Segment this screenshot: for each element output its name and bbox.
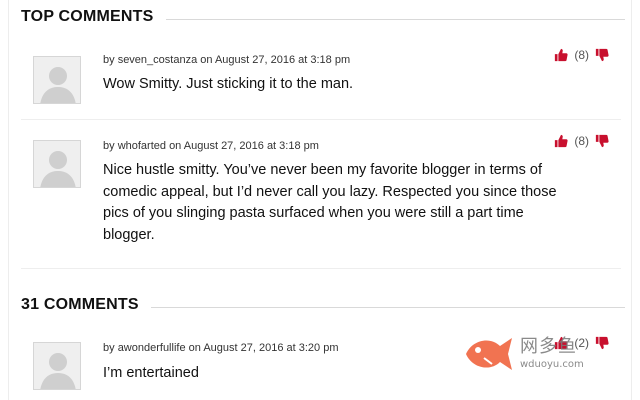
- comment-divider: [21, 268, 621, 269]
- meta-on: on: [200, 54, 213, 66]
- default-avatar-icon[interactable]: [33, 342, 81, 390]
- default-avatar-icon[interactable]: [33, 140, 81, 188]
- default-avatar-icon[interactable]: [33, 56, 81, 104]
- watermark-main: 网多鱼: [520, 336, 577, 357]
- section-divider: [150, 306, 625, 308]
- comment-divider: [21, 119, 621, 120]
- meta-by: by: [103, 54, 115, 66]
- comment-item: by seven_costanza on August 27, 2016 at …: [21, 44, 621, 120]
- comment-item: by whofarted on August 27, 2016 at 3:18 …: [21, 130, 621, 270]
- meta-on: on: [188, 342, 201, 354]
- comment-date[interactable]: August 27, 2016 at 3:20 pm: [203, 342, 338, 354]
- comment-meta: by seven_costanza on August 27, 2016 at …: [103, 54, 350, 66]
- thumbs-down-icon[interactable]: [595, 48, 609, 62]
- all-comments-header: 31 COMMENTS: [21, 296, 625, 314]
- comment-body: Wow Smitty. Just sticking it to the man.: [103, 76, 354, 92]
- comment-body: Nice hustle smitty. You’ve never been my…: [103, 162, 557, 243]
- watermark-sub: wduoyu.com: [520, 359, 584, 370]
- vote-controls: (8): [554, 134, 609, 148]
- vote-count: (8): [574, 134, 589, 148]
- meta-by: by: [103, 342, 115, 354]
- comment-date[interactable]: August 27, 2016 at 3:18 pm: [184, 140, 319, 152]
- vote-count: (8): [574, 48, 589, 62]
- all-comments-title: 31 COMMENTS: [21, 296, 139, 313]
- meta-on: on: [169, 140, 182, 152]
- comment-date[interactable]: August 27, 2016 at 3:18 pm: [215, 54, 350, 66]
- fish-logo-icon: [466, 338, 512, 370]
- watermark: 网多鱼 wduoyu.com: [462, 330, 612, 378]
- watermark-text: 网多鱼 wduoyu.com: [520, 338, 584, 370]
- top-comments-header: TOP COMMENTS: [21, 8, 625, 26]
- comment-author[interactable]: whofarted: [118, 140, 166, 152]
- comment-meta: by awonderfullife on August 27, 2016 at …: [103, 342, 338, 354]
- comment-author[interactable]: seven_costanza: [118, 54, 198, 66]
- section-divider: [165, 18, 625, 20]
- thumbs-up-icon[interactable]: [554, 48, 568, 62]
- thumbs-up-icon[interactable]: [554, 134, 568, 148]
- vote-controls: (8): [554, 48, 609, 62]
- thumbs-down-icon[interactable]: [595, 134, 609, 148]
- comment-meta: by whofarted on August 27, 2016 at 3:18 …: [103, 140, 319, 152]
- comment-author[interactable]: awonderfullife: [118, 342, 186, 354]
- meta-by: by: [103, 140, 115, 152]
- top-comments-title: TOP COMMENTS: [21, 8, 154, 25]
